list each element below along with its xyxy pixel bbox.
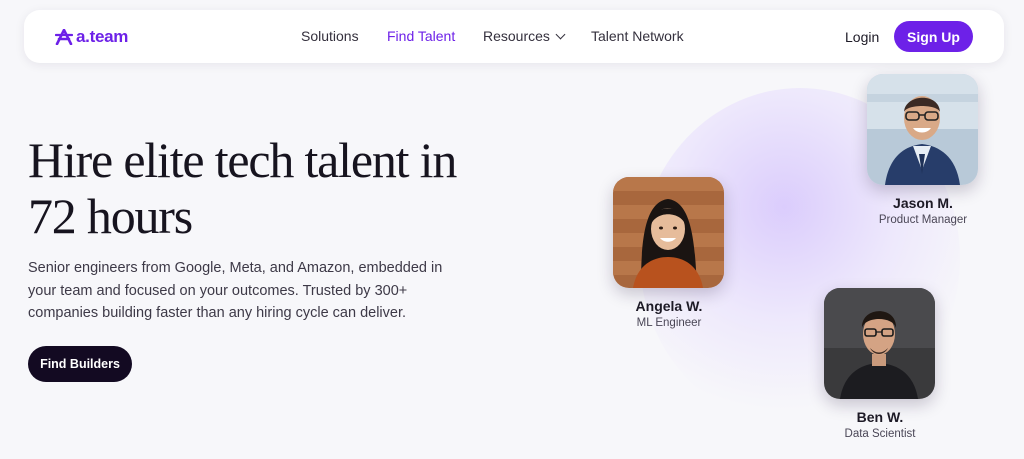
logo[interactable]: a.team xyxy=(55,26,128,48)
nav-link-find-talent[interactable]: Find Talent xyxy=(387,28,455,44)
top-navbar: a.team Solutions Find Talent Resources T… xyxy=(24,10,1004,63)
avatar xyxy=(613,177,724,288)
login-link[interactable]: Login xyxy=(845,29,879,45)
profile-role: Product Manager xyxy=(878,214,968,226)
nav-link-resources-label: Resources xyxy=(483,28,550,44)
avatar xyxy=(867,74,978,185)
hero-title-line-1: Hire elite tech talent in xyxy=(28,132,457,188)
profile-name: Ben W. xyxy=(856,409,904,425)
profile-card-angela[interactable]: Angela W. ML Engineer xyxy=(613,177,725,329)
nav-link-solutions[interactable]: Solutions xyxy=(301,28,359,44)
profile-card-jason[interactable]: Jason M. Product Manager xyxy=(867,74,979,226)
find-builders-button[interactable]: Find Builders xyxy=(28,346,132,382)
hero-title-line-2: 72 hours xyxy=(28,188,193,244)
logo-text: a.team xyxy=(76,27,129,46)
profile-card-ben[interactable]: Ben W. Data Scientist xyxy=(824,288,936,440)
profile-name: Jason M. xyxy=(893,195,953,211)
nav-link-talent-network[interactable]: Talent Network xyxy=(591,28,684,44)
sign-up-button[interactable]: Sign Up xyxy=(894,21,973,52)
profile-role: ML Engineer xyxy=(636,317,702,329)
profile-name: Angela W. xyxy=(635,298,703,314)
hero-title: Hire elite tech talent in 72 hours xyxy=(28,132,548,244)
avatar xyxy=(824,288,935,399)
profile-role: Data Scientist xyxy=(844,428,916,440)
a-team-logo-icon xyxy=(55,29,73,45)
chevron-down-icon xyxy=(555,29,566,40)
nav-link-resources[interactable]: Resources xyxy=(483,28,566,44)
hero-subtitle: Senior engineers from Google, Meta, and … xyxy=(28,260,443,321)
